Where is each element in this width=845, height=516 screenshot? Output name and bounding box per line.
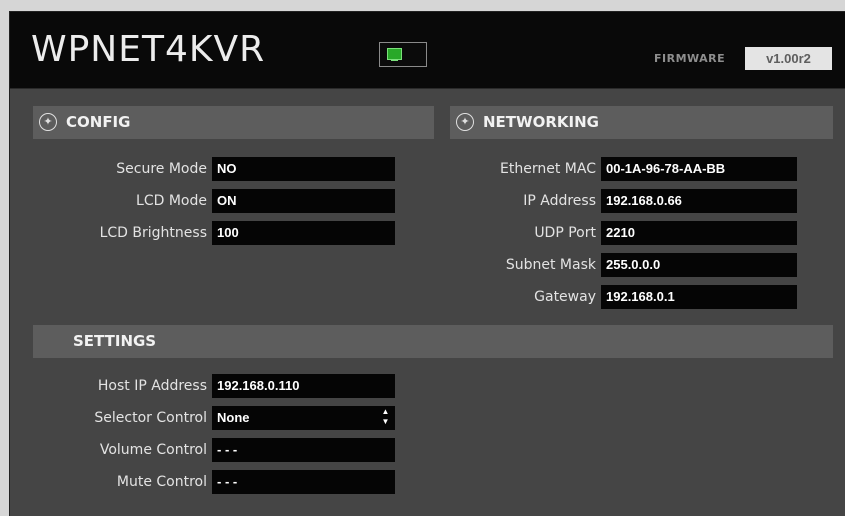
settings-section-header: SETTINGS — [33, 325, 833, 358]
ethernet-mac-label: Ethernet MAC — [500, 161, 596, 177]
selector-control-label: Selector Control — [94, 410, 207, 426]
gateway-field[interactable]: 192.168.0.1 — [601, 285, 797, 309]
secure-mode-label: Secure Mode — [116, 161, 207, 177]
mute-control-field[interactable]: - - - — [212, 470, 395, 494]
networking-section-header: ✦ NETWORKING — [450, 106, 833, 139]
wrench-icon: ✦ — [39, 113, 57, 131]
udp-port-label: UDP Port — [534, 225, 596, 241]
networking-title: NETWORKING — [483, 113, 599, 131]
selector-control-select[interactable]: None ▲ ▼ — [212, 406, 395, 430]
subnet-mask-field[interactable]: 255.0.0.0 — [601, 253, 797, 277]
device-title: WPNET4KVR — [31, 29, 266, 70]
lcd-brightness-label: LCD Brightness — [99, 225, 207, 241]
monitor-icon — [379, 42, 427, 67]
ip-address-field[interactable]: 192.168.0.66 — [601, 189, 797, 213]
volume-control-field[interactable]: - - - — [212, 438, 395, 462]
settings-title: SETTINGS — [73, 332, 157, 350]
config-title: CONFIG — [66, 113, 131, 131]
subnet-mask-label: Subnet Mask — [505, 257, 596, 273]
ip-address-label: IP Address — [523, 193, 596, 209]
select-arrows-icon: ▲ ▼ — [381, 407, 390, 426]
mute-control-label: Mute Control — [116, 474, 207, 490]
udp-port-field[interactable]: 2210 — [601, 221, 797, 245]
firmware-version: v1.00r2 — [745, 47, 832, 70]
app-window: WPNET4KVR FIRMWARE v1.00r2 ✦ CONFIG Secu… — [9, 11, 845, 516]
host-ip-label: Host IP Address — [97, 378, 207, 394]
secure-mode-field[interactable]: NO — [212, 157, 395, 181]
volume-control-label: Volume Control — [99, 442, 207, 458]
lcd-mode-label: LCD Mode — [136, 193, 207, 209]
firmware-label: FIRMWARE — [654, 52, 726, 65]
lcd-brightness-field[interactable]: 100 — [212, 221, 395, 245]
selector-control-value: None — [217, 410, 250, 425]
header-bar: WPNET4KVR FIRMWARE v1.00r2 — [10, 12, 845, 89]
gateway-label: Gateway — [534, 289, 596, 305]
config-section-header: ✦ CONFIG — [33, 106, 434, 139]
lcd-mode-field[interactable]: ON — [212, 189, 395, 213]
wrench-icon: ✦ — [456, 113, 474, 131]
ethernet-mac-field[interactable]: 00-1A-96-78-AA-BB — [601, 157, 797, 181]
host-ip-field[interactable]: 192.168.0.110 — [212, 374, 395, 398]
